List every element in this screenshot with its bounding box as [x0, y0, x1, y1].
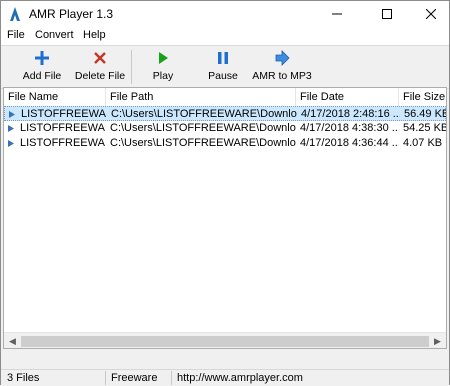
status-url[interactable]: http://www.amrplayer.com: [177, 371, 303, 385]
toolbar-separator: [131, 50, 132, 84]
play-label: Play: [152, 70, 174, 82]
cell-file-path: C:\Users\LISTOFFREEWARE\Downloads...: [111, 108, 297, 120]
delete-file-button[interactable]: Delete File: [75, 48, 125, 86]
audio-file-icon: [8, 140, 14, 147]
minimize-button[interactable]: [321, 1, 353, 27]
scrollbar-thumb[interactable]: [21, 336, 429, 347]
plus-icon: [32, 48, 52, 68]
delete-x-icon: [90, 48, 110, 68]
cell-file-name: LISTOFFREEWA...: [20, 137, 106, 149]
menu-convert[interactable]: Convert: [35, 29, 74, 41]
toolbar: Add File Delete File Play Pause AMR to M…: [1, 45, 449, 89]
cell-file-size: 54.25 KB: [403, 122, 446, 134]
column-header-file-size[interactable]: File Size: [399, 88, 446, 106]
status-license: Freeware: [111, 372, 158, 384]
amr-to-mp3-label: AMR to MP3: [252, 70, 312, 82]
cell-file-date: 4/17/2018 4:38:30 ...: [300, 122, 399, 134]
cell-file-date: 4/17/2018 2:48:16 ...: [301, 108, 400, 120]
pause-icon: [213, 48, 233, 68]
arrow-right-icon: [272, 48, 292, 68]
menu-file[interactable]: File: [7, 29, 25, 41]
status-separator: [105, 371, 106, 385]
menu-help[interactable]: Help: [83, 29, 106, 41]
list-header: File Name File Path File Date File Size: [4, 88, 446, 107]
audio-file-icon: [8, 125, 14, 132]
scroll-left-icon[interactable]: ◀: [4, 333, 21, 348]
cell-file-size: 56.49 KB: [404, 108, 447, 120]
menu-bar: File Convert Help: [1, 27, 449, 45]
cell-file-path: C:\Users\LISTOFFREEWARE\Downloads...: [110, 122, 296, 134]
status-file-count: 3 Files: [7, 372, 40, 384]
close-button[interactable]: [415, 1, 447, 27]
app-window: AMR Player 1.3 File Convert Help Add Fil…: [0, 0, 450, 386]
audio-file-icon: [9, 111, 15, 118]
cell-file-size: 4.07 KB: [403, 137, 443, 149]
pause-label: Pause: [208, 70, 238, 82]
window-title: AMR Player 1.3: [29, 7, 114, 21]
add-file-button[interactable]: Add File: [19, 48, 65, 86]
delete-file-label: Delete File: [74, 70, 126, 82]
amr-to-mp3-button[interactable]: AMR to MP3: [252, 48, 312, 86]
horizontal-scrollbar[interactable]: ◀ ▶: [4, 332, 446, 348]
scroll-right-icon[interactable]: ▶: [429, 333, 446, 348]
cell-file-name: LISTOFFREEWA...: [21, 108, 107, 120]
pause-button[interactable]: Pause: [203, 48, 243, 86]
file-list[interactable]: File Name File Path File Date File Size …: [3, 87, 447, 349]
table-row[interactable]: LISTOFFREEWA... C:\Users\LISTOFFREEWARE\…: [4, 121, 446, 136]
column-header-file-path[interactable]: File Path: [106, 88, 296, 106]
table-row[interactable]: LISTOFFREEWA... C:\Users\LISTOFFREEWARE\…: [4, 106, 446, 121]
maximize-button[interactable]: [371, 1, 403, 27]
status-bar: 3 Files Freeware http://www.amrplayer.co…: [1, 369, 449, 386]
play-icon: [153, 48, 173, 68]
column-header-file-date[interactable]: File Date: [296, 88, 399, 106]
add-file-label: Add File: [22, 70, 62, 82]
status-separator: [171, 371, 172, 385]
cell-file-date: 4/17/2018 4:36:44 ...: [300, 137, 399, 149]
cell-file-path: C:\Users\LISTOFFREEWARE\Downloads...: [110, 137, 296, 149]
title-bar[interactable]: AMR Player 1.3: [1, 1, 449, 27]
play-button[interactable]: Play: [143, 48, 183, 86]
column-header-file-name[interactable]: File Name: [4, 88, 106, 106]
table-row[interactable]: LISTOFFREEWA... C:\Users\LISTOFFREEWARE\…: [4, 136, 446, 151]
app-logo-icon: [7, 6, 23, 22]
cell-file-name: LISTOFFREEWA...: [20, 122, 106, 134]
